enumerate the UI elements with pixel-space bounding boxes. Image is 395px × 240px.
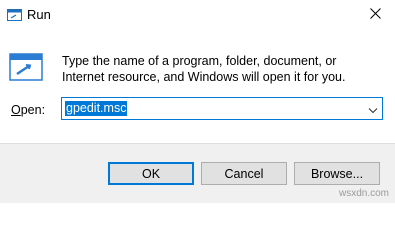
cancel-button[interactable]: Cancel [201,162,287,185]
browse-button[interactable]: Browse... [294,162,380,185]
dialog-message: Type the name of a program, folder, docu… [62,54,346,84]
run-app-icon [7,9,22,21]
watermark: wsxdn.com [338,188,389,199]
open-combobox[interactable]: gpedit.msc [61,97,383,120]
open-label-accelerator: O [11,103,21,117]
chevron-down-icon[interactable] [368,104,378,114]
open-input-value[interactable]: gpedit.msc [65,101,128,116]
run-icon [9,52,43,82]
close-icon [369,8,381,22]
close-button[interactable] [355,0,395,30]
open-label-text: pen: [20,103,46,117]
window-title: Run [27,7,51,22]
title-bar: Run [0,0,395,30]
open-label: Open: [11,102,45,118]
dialog-content: Type the name of a program, folder, docu… [0,30,395,143]
ok-button[interactable]: OK [108,162,194,185]
button-bar: OK Cancel Browse... wsxdn.com [0,143,395,203]
